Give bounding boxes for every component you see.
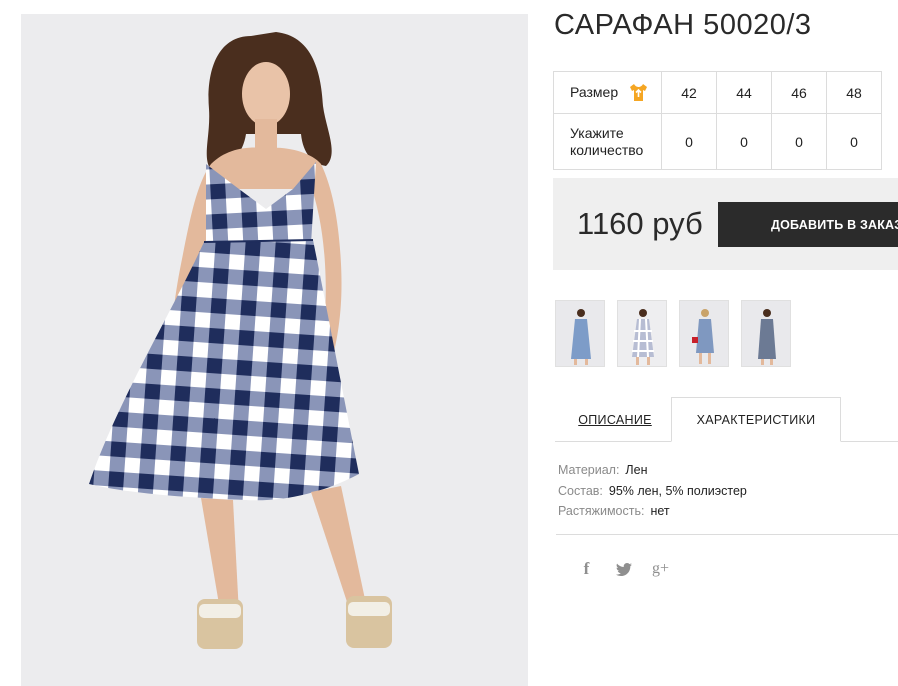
quantity-row: Укажите количество 0 0 0 0 — [553, 113, 882, 170]
size-header-cell: Размер — [553, 71, 662, 114]
quantity-header: Укажите количество — [553, 113, 662, 170]
size-48[interactable]: 48 — [826, 71, 882, 114]
tshirt-icon[interactable] — [628, 82, 649, 103]
characteristic-row: Состав: 95% лен, 5% полиэстер — [558, 481, 747, 502]
size-header-label: Размер — [570, 84, 619, 100]
divider — [556, 534, 898, 535]
characteristic-key: Состав: — [558, 483, 603, 498]
thumbnail-4[interactable] — [741, 300, 791, 367]
size-42[interactable]: 42 — [661, 71, 717, 114]
thumbnail-1[interactable] — [555, 300, 605, 367]
thumbnail-2[interactable] — [617, 300, 667, 367]
twitter-icon[interactable] — [605, 558, 642, 580]
characteristic-row: Растяжимость: нет — [558, 501, 747, 522]
size-table: Размер 42 44 46 48 Укажите количество 0 … — [553, 71, 882, 170]
tab-description[interactable]: ОПИСАНИЕ — [565, 397, 665, 442]
thumbnail-3[interactable] — [679, 300, 729, 367]
twitter-glyph — [615, 562, 632, 576]
characteristic-row: Материал: Лен — [558, 460, 747, 481]
characteristics-list: Материал: Лен Состав: 95% лен, 5% полиэсте… — [558, 460, 747, 522]
tab-characteristics[interactable]: ХАРАКТЕРИСТИКИ — [671, 397, 841, 442]
add-to-cart-label: ДОБАВИТЬ В ЗАКАЗ — [771, 217, 898, 232]
google-plus-glyph: g+ — [651, 560, 670, 577]
quantity-48[interactable]: 0 — [826, 113, 882, 170]
size-44[interactable]: 44 — [716, 71, 772, 114]
facebook-icon[interactable]: f — [568, 558, 605, 580]
price-block: 1160 руб ДОБАВИТЬ В ЗАКАЗ — [553, 178, 898, 270]
quantity-46[interactable]: 0 — [771, 113, 827, 170]
quantity-42[interactable]: 0 — [661, 113, 717, 170]
quantity-44[interactable]: 0 — [716, 113, 772, 170]
main-product-photo[interactable] — [21, 14, 528, 686]
product-tabs: ОПИСАНИЕ ХАРАКТЕРИСТИКИ — [555, 397, 898, 442]
facebook-glyph: f — [583, 559, 590, 578]
google-plus-icon[interactable]: g+ — [642, 558, 679, 580]
social-share: f g+ — [568, 558, 679, 580]
product-page: САРАФАН 50020/3 Размер 42 44 46 48 Укажи… — [0, 0, 898, 686]
characteristic-value: нет — [650, 504, 670, 518]
price: 1160 руб — [577, 206, 703, 241]
characteristic-key: Растяжимость: — [558, 504, 645, 518]
characteristic-value: 95% лен, 5% полиэстер — [608, 483, 747, 498]
size-46[interactable]: 46 — [771, 71, 827, 114]
size-row: Размер 42 44 46 48 — [553, 71, 882, 114]
product-title: САРАФАН 50020/3 — [554, 9, 812, 41]
add-to-cart-button[interactable]: ДОБАВИТЬ В ЗАКАЗ — [718, 202, 898, 247]
model-illustration — [89, 32, 392, 649]
characteristic-key: Материал: — [558, 463, 620, 477]
characteristic-value: Лен — [625, 463, 648, 477]
